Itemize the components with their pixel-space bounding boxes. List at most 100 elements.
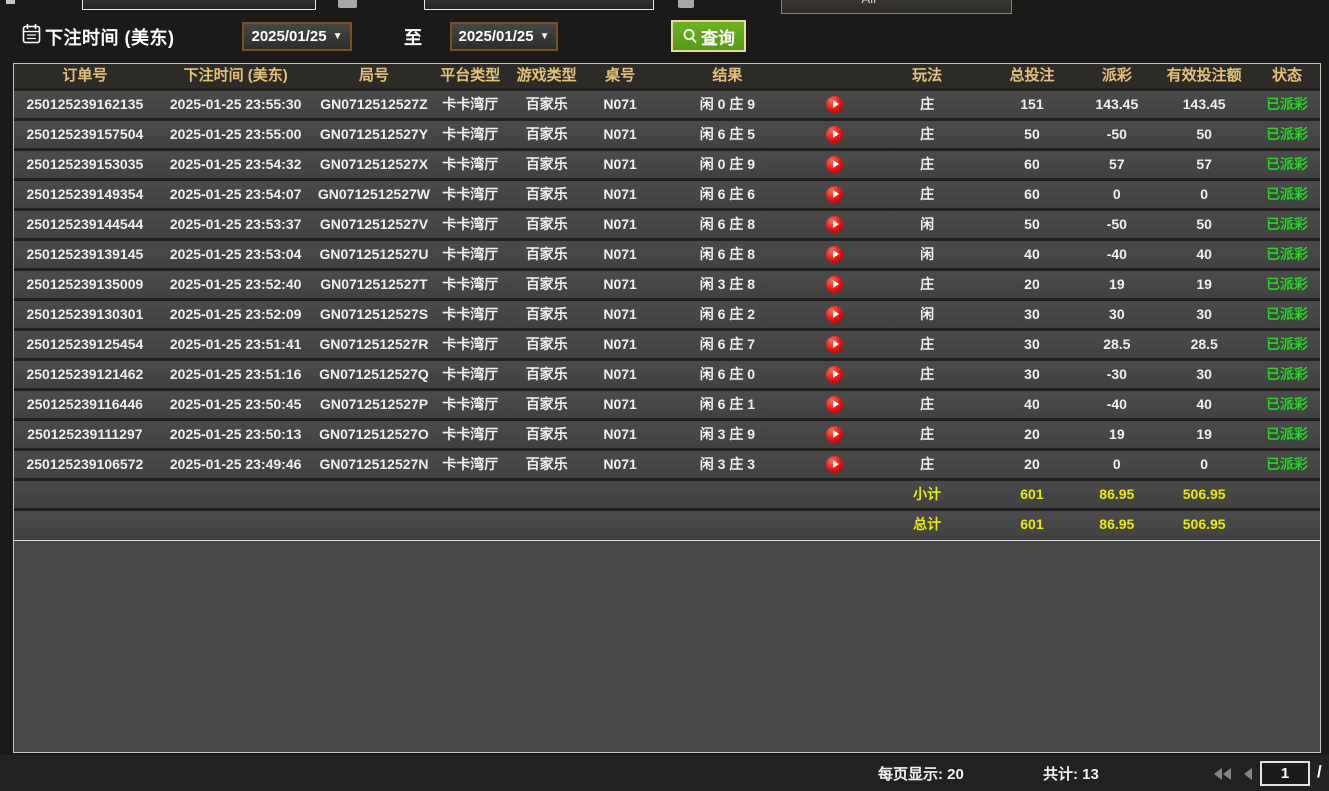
cell-order-id: 250125239153035 — [14, 151, 156, 178]
cell-round-id: GN0712512527Y — [316, 121, 433, 148]
cell-status: 已派彩 — [1254, 181, 1320, 208]
cutoff-calendar-icon-2[interactable] — [678, 0, 694, 8]
cell-replay — [800, 331, 870, 358]
cell-replay — [800, 271, 870, 298]
cutoff-dropdown[interactable]: -- All — [781, 0, 1012, 14]
cell-game-type: 百家乐 — [508, 301, 585, 328]
cell-round-id: GN0712512527Z — [316, 91, 433, 118]
cell-valid-bet: 50 — [1154, 211, 1254, 238]
header-status[interactable]: 状态 — [1254, 64, 1320, 88]
cell-total-bet: 20 — [985, 451, 1080, 478]
cell-round-id: GN0712512527O — [316, 421, 433, 448]
cell-total-bet: 40 — [985, 391, 1080, 418]
cell-table-no: N071 — [585, 151, 655, 178]
play-icon[interactable] — [826, 156, 843, 173]
play-icon[interactable] — [826, 276, 843, 293]
cell-result: 闲 6 庄 8 — [655, 241, 800, 268]
cell-total-bet: 40 — [985, 241, 1080, 268]
cell-replay — [800, 151, 870, 178]
cutoff-calendar-icon-1[interactable] — [338, 0, 357, 8]
cell-result: 闲 3 庄 3 — [655, 451, 800, 478]
play-icon[interactable] — [826, 396, 843, 413]
header-order-id[interactable]: 订单号 — [14, 64, 156, 88]
header-game-type[interactable]: 游戏类型 — [508, 64, 585, 88]
cutoff-input-2[interactable] — [424, 0, 654, 10]
subtotal-payout: 86.95 — [1079, 481, 1154, 508]
header-valid-bet[interactable]: 有效投注额 — [1154, 64, 1254, 88]
play-icon[interactable] — [826, 126, 843, 143]
header-table-no[interactable]: 桌号 — [585, 64, 655, 88]
header-result[interactable]: 结果 — [655, 64, 800, 88]
total-total-bet: 601 — [985, 511, 1080, 540]
header-round-id[interactable]: 局号 — [316, 64, 433, 88]
page-number-input[interactable]: 1 — [1260, 761, 1310, 786]
header-bet-time[interactable]: 下注时间 (美东) — [156, 64, 316, 88]
cell-bet-time: 2025-01-25 23:54:07 — [156, 181, 316, 208]
query-button[interactable]: 查询 — [671, 20, 746, 52]
cell-replay — [800, 181, 870, 208]
cutoff-input-1[interactable] — [82, 0, 316, 10]
play-icon[interactable] — [826, 426, 843, 443]
cell-result: 闲 6 庄 7 — [655, 331, 800, 358]
cell-order-id: 250125239125454 — [14, 331, 156, 358]
play-icon[interactable] — [826, 366, 843, 383]
cell-total-bet: 151 — [985, 91, 1080, 118]
cell-payout: -50 — [1079, 211, 1154, 238]
cell-platform: 卡卡湾厅 — [432, 271, 508, 298]
cell-payout: -40 — [1079, 241, 1154, 268]
header-payout[interactable]: 派彩 — [1079, 64, 1154, 88]
cell-game-type: 百家乐 — [508, 451, 585, 478]
cell-result: 闲 6 庄 2 — [655, 301, 800, 328]
play-icon[interactable] — [826, 336, 843, 353]
cell-total-bet: 30 — [985, 301, 1080, 328]
prev-page-icon[interactable] — [1244, 767, 1254, 780]
table-row: 250125239149354 2025-01-25 23:54:07 GN07… — [14, 181, 1320, 211]
cell-bet-time: 2025-01-25 23:50:45 — [156, 391, 316, 418]
cell-bet-side: 庄 — [870, 181, 985, 208]
cell-status: 已派彩 — [1254, 331, 1320, 358]
cell-status: 已派彩 — [1254, 271, 1320, 298]
play-icon[interactable] — [826, 456, 843, 473]
cell-game-type: 百家乐 — [508, 121, 585, 148]
cell-valid-bet: 40 — [1154, 241, 1254, 268]
cell-bet-time: 2025-01-25 23:52:40 — [156, 271, 316, 298]
date-from-picker[interactable]: 2025/01/25 ▼ — [242, 22, 352, 51]
cell-payout: 19 — [1079, 271, 1154, 298]
cell-round-id: GN0712512527P — [316, 391, 433, 418]
cell-order-id: 250125239162135 — [14, 91, 156, 118]
play-icon[interactable] — [826, 246, 843, 263]
table-row: 250125239111297 2025-01-25 23:50:13 GN07… — [14, 421, 1320, 451]
cell-bet-time: 2025-01-25 23:52:09 — [156, 301, 316, 328]
play-icon[interactable] — [826, 216, 843, 233]
header-platform[interactable]: 平台类型 — [432, 64, 508, 88]
cell-round-id: GN0712512527R — [316, 331, 433, 358]
date-to-picker[interactable]: 2025/01/25 ▼ — [450, 22, 558, 51]
cell-bet-time: 2025-01-25 23:51:16 — [156, 361, 316, 388]
header-bet-side[interactable]: 玩法 — [870, 64, 985, 88]
cell-replay — [800, 391, 870, 418]
dropdown-arrow-icon: ▼ — [540, 31, 550, 42]
cell-game-type: 百家乐 — [508, 391, 585, 418]
cell-table-no: N071 — [585, 391, 655, 418]
play-icon[interactable] — [826, 96, 843, 113]
cell-payout: 19 — [1079, 421, 1154, 448]
date-from-value: 2025/01/25 — [252, 28, 327, 45]
header-total-bet[interactable]: 总投注 — [985, 64, 1080, 88]
subtotal-total-bet: 601 — [985, 481, 1080, 508]
cell-round-id: GN0712512527W — [316, 181, 433, 208]
cell-status: 已派彩 — [1254, 451, 1320, 478]
cell-bet-side: 庄 — [870, 271, 985, 298]
cell-valid-bet: 40 — [1154, 391, 1254, 418]
cell-payout: 57 — [1079, 151, 1154, 178]
cell-game-type: 百家乐 — [508, 181, 585, 208]
first-page-icon[interactable] — [1214, 767, 1234, 780]
play-icon[interactable] — [826, 306, 843, 323]
cell-order-id: 250125239116446 — [14, 391, 156, 418]
cell-order-id: 250125239157504 — [14, 121, 156, 148]
cell-platform: 卡卡湾厅 — [432, 181, 508, 208]
cell-game-type: 百家乐 — [508, 271, 585, 298]
cell-status: 已派彩 — [1254, 421, 1320, 448]
play-icon[interactable] — [826, 186, 843, 203]
cell-table-no: N071 — [585, 271, 655, 298]
cell-replay — [800, 241, 870, 268]
